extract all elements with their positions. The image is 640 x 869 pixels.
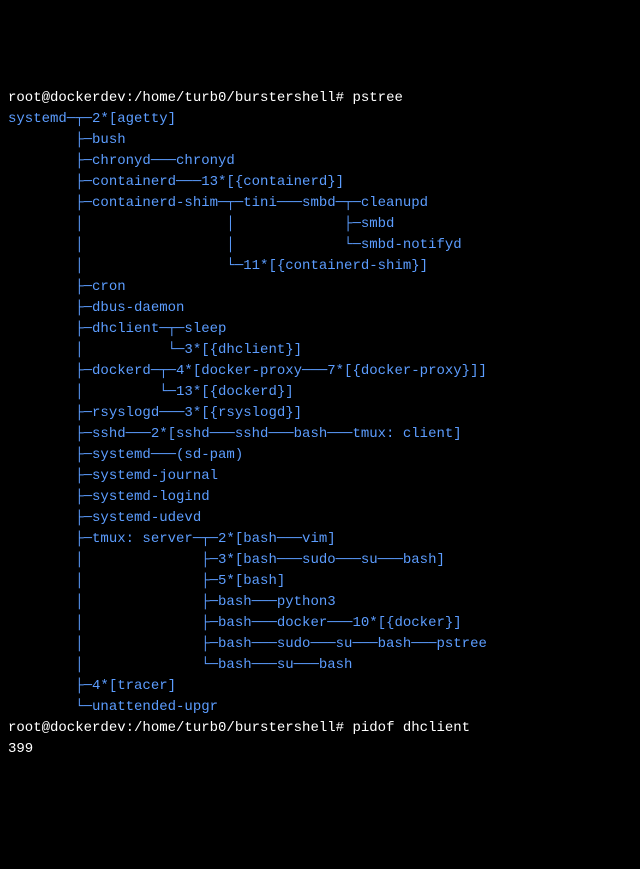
pstree-output-line: ├─4*[tracer]	[8, 676, 632, 697]
pstree-output-line: ├─systemd-journal	[8, 466, 632, 487]
pstree-output-line: │ │ ├─smbd	[8, 214, 632, 235]
pstree-output-line: │ └─11*[{containerd-shim}]	[8, 256, 632, 277]
pstree-output-line: │ ├─bash───sudo───su───bash───pstree	[8, 634, 632, 655]
pstree-output-line: ├─rsyslogd───3*[{rsyslogd}]	[8, 403, 632, 424]
pstree-output-line: │ ├─bash───python3	[8, 592, 632, 613]
pstree-output-line: │ ├─5*[bash]	[8, 571, 632, 592]
pstree-output-line: │ └─13*[{dockerd}]	[8, 382, 632, 403]
pstree-output-line: │ └─bash───su───bash	[8, 655, 632, 676]
pidof-output: 399	[8, 739, 632, 760]
pstree-output-line: ├─chronyd───chronyd	[8, 151, 632, 172]
shell-prompt: root@dockerdev:/home/turb0/burstershell#	[8, 720, 352, 736]
command-input: pidof dhclient	[352, 720, 470, 736]
shell-prompt: root@dockerdev:/home/turb0/burstershell#	[8, 90, 352, 106]
pstree-output-line: ├─cron	[8, 277, 632, 298]
pstree-output-line: ├─containerd───13*[{containerd}]	[8, 172, 632, 193]
pstree-output-line: │ ├─bash───docker───10*[{docker}]	[8, 613, 632, 634]
pstree-output-line: ├─dockerd─┬─4*[docker-proxy───7*[{docker…	[8, 361, 632, 382]
pstree-output-line: │ └─3*[{dhclient}]	[8, 340, 632, 361]
pstree-output-line: ├─systemd-udevd	[8, 508, 632, 529]
pstree-output-line: ├─dhclient─┬─sleep	[8, 319, 632, 340]
pstree-output-line: ├─dbus-daemon	[8, 298, 632, 319]
pstree-output-line: ├─systemd-logind	[8, 487, 632, 508]
pstree-output-line: └─unattended-upgr	[8, 697, 632, 718]
pstree-output-line: ├─tmux: server─┬─2*[bash───vim]	[8, 529, 632, 550]
pstree-output-line: systemd─┬─2*[agetty]	[8, 109, 632, 130]
command-input: pstree	[352, 90, 402, 106]
pstree-output-line: ├─bush	[8, 130, 632, 151]
pstree-output-line: │ │ └─smbd-notifyd	[8, 235, 632, 256]
terminal-line-prompt2: root@dockerdev:/home/turb0/burstershell#…	[8, 718, 632, 739]
terminal-line-prompt1: root@dockerdev:/home/turb0/burstershell#…	[8, 88, 632, 109]
pstree-output-line: │ ├─3*[bash───sudo───su───bash]	[8, 550, 632, 571]
pstree-output-line: ├─containerd-shim─┬─tini───smbd─┬─cleanu…	[8, 193, 632, 214]
pstree-output-line: ├─sshd───2*[sshd───sshd───bash───tmux: c…	[8, 424, 632, 445]
pstree-output-line: ├─systemd───(sd-pam)	[8, 445, 632, 466]
